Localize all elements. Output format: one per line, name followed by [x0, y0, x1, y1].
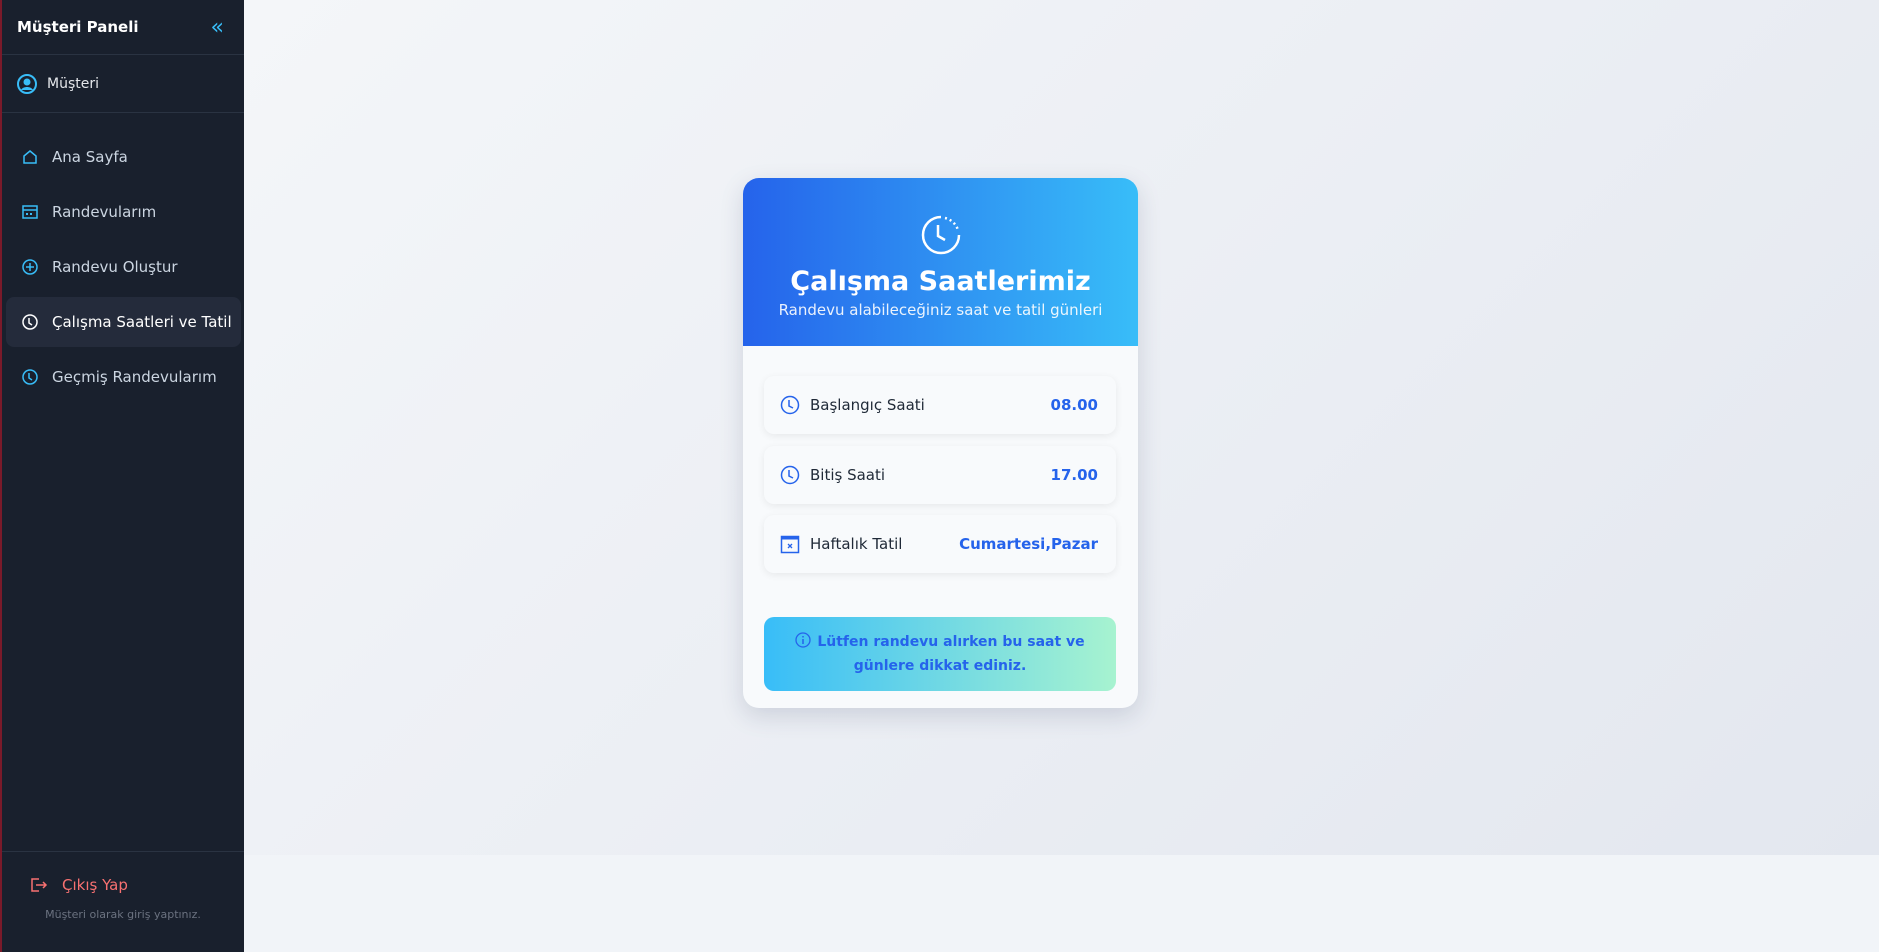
sidebar-item-appointments[interactable]: Randevularım: [6, 187, 241, 237]
calendar-x-icon: [780, 535, 800, 554]
login-status-text: Müşteri olarak giriş yaptınız.: [45, 908, 201, 921]
clock-icon: [921, 215, 960, 255]
info-icon: [795, 632, 811, 648]
sidebar-item-label: Geçmiş Randevularım: [52, 368, 217, 386]
main-bottom-band: [244, 855, 1879, 952]
card-subtitle: Randevu alabileceğiniz saat ve tatil gün…: [778, 301, 1103, 319]
logout-icon: [31, 878, 48, 892]
sidebar-footer: Çıkış Yap Müşteri olarak giriş yaptınız.: [2, 851, 244, 952]
sidebar-header: Müşteri Paneli «: [2, 0, 244, 55]
working-hours-card: Çalışma Saatlerimiz Randevu alabileceğin…: [743, 178, 1138, 708]
row-label: Haftalık Tatil: [810, 535, 903, 553]
clock-icon: [22, 314, 38, 330]
history-icon: [22, 369, 38, 385]
user-info: Müşteri: [2, 55, 244, 113]
collapse-sidebar-icon[interactable]: «: [211, 15, 224, 40]
row-label: Bitiş Saati: [810, 466, 886, 484]
clock-icon: [780, 465, 800, 485]
logout-label: Çıkış Yap: [62, 876, 128, 894]
calendar-icon: [22, 205, 38, 219]
sidebar-item-past-appointments[interactable]: Geçmiş Randevularım: [6, 352, 241, 402]
row-value: Cumartesi,Pazar: [959, 535, 1098, 553]
card-title: Çalışma Saatlerimiz: [790, 266, 1091, 297]
sidebar-nav: Ana Sayfa Randevularım Randevu Oluştur Ç…: [2, 113, 244, 402]
info-notice: Lütfen randevu alırken bu saat ve günler…: [764, 617, 1116, 691]
card-header: Çalışma Saatlerimiz Randevu alabileceğin…: [743, 178, 1138, 346]
sidebar-item-label: Randevularım: [52, 203, 157, 221]
info-text: Lütfen randevu alırken bu saat ve günler…: [817, 634, 1085, 674]
sidebar-item-label: Çalışma Saatleri ve Tatil: [52, 313, 232, 331]
home-icon: [23, 150, 37, 164]
clock-icon: [780, 395, 800, 415]
sidebar-item-home[interactable]: Ana Sayfa: [6, 132, 241, 182]
plus-circle-icon: [22, 259, 38, 275]
sidebar: Müşteri Paneli « Müşteri Ana Sayfa Rande…: [0, 0, 244, 952]
sidebar-title: Müşteri Paneli: [17, 18, 139, 36]
user-avatar-icon: [17, 73, 37, 94]
row-value: 08.00: [1050, 396, 1098, 414]
weekly-holiday-row: Haftalık Tatil Cumartesi,Pazar: [764, 515, 1116, 573]
sidebar-item-create-appointment[interactable]: Randevu Oluştur: [6, 242, 241, 292]
row-value: 17.00: [1050, 466, 1098, 484]
row-label: Başlangıç Saati: [810, 396, 925, 414]
start-time-row: Başlangıç Saati 08.00: [764, 376, 1116, 434]
end-time-row: Bitiş Saati 17.00: [764, 446, 1116, 504]
sidebar-item-working-hours[interactable]: Çalışma Saatleri ve Tatil: [6, 297, 241, 347]
logout-button[interactable]: Çıkış Yap: [2, 852, 244, 894]
user-role: Müşteri: [47, 75, 99, 92]
sidebar-item-label: Ana Sayfa: [52, 148, 128, 166]
sidebar-item-label: Randevu Oluştur: [52, 258, 178, 276]
